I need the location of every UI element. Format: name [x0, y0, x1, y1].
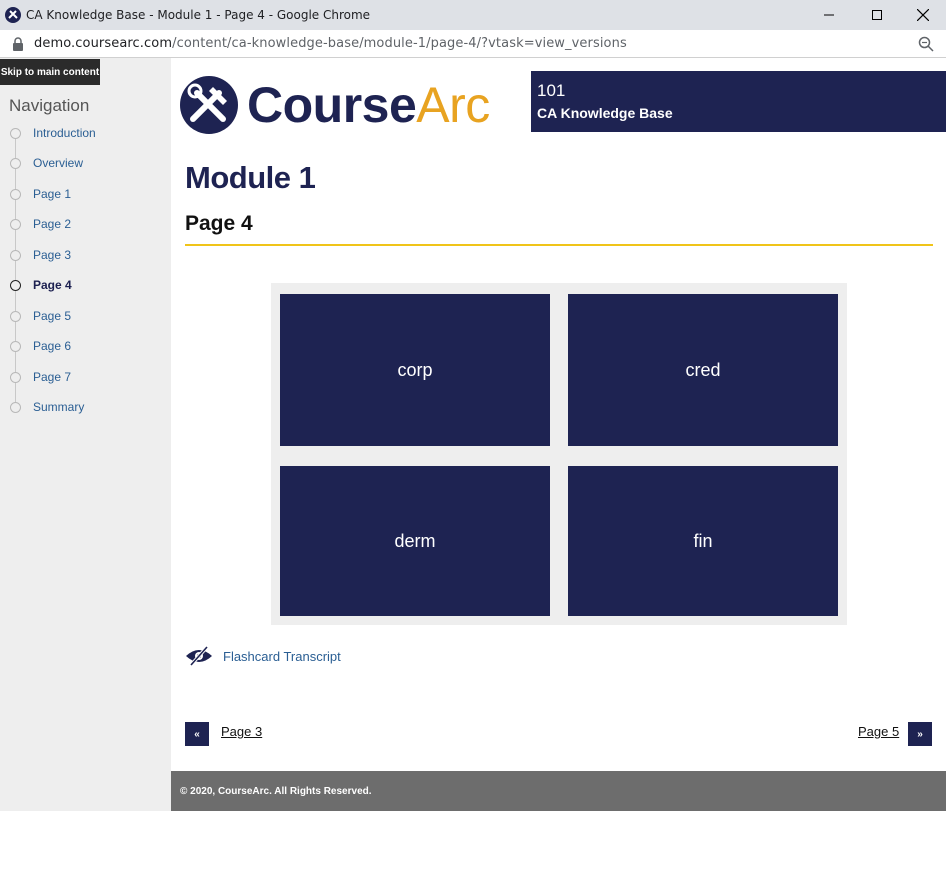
- title-divider: [185, 244, 933, 246]
- navigation-heading: Navigation: [9, 96, 90, 115]
- nav-circle-icon: [10, 249, 21, 261]
- coursearc-logo: CourseArc: [179, 75, 519, 135]
- sidebar-item-label: Page 6: [33, 339, 72, 353]
- sidebar-item[interactable]: Overview: [0, 153, 171, 173]
- sidebar-item[interactable]: Page 6: [0, 336, 171, 356]
- sidebar-item[interactable]: Summary: [0, 397, 171, 417]
- logo-word-arc: Arc: [416, 77, 490, 133]
- nav-circle-icon: [10, 340, 21, 352]
- previous-page-button[interactable]: «: [185, 722, 209, 746]
- url-host: demo.coursearc.com: [34, 36, 173, 51]
- nav-circle-icon: [10, 218, 21, 230]
- sidebar-item-label: Page 2: [33, 217, 72, 231]
- sidebar-item-label: Summary: [33, 400, 85, 414]
- logo-wordmark: CourseArc: [247, 76, 490, 134]
- sidebar-item-label: Page 4: [33, 278, 72, 292]
- zoom-icon[interactable]: [918, 36, 934, 52]
- sidebar-item[interactable]: Page 2: [0, 214, 171, 234]
- previous-page-link[interactable]: Page 3: [221, 724, 262, 739]
- course-number: 101: [537, 81, 566, 100]
- course-name: CA Knowledge Base: [537, 105, 673, 121]
- minimize-icon: [824, 14, 834, 16]
- coursearc-favicon-icon: [5, 7, 21, 23]
- sidebar-item-label: Introduction: [33, 126, 96, 140]
- flashcard-transcript-link[interactable]: Flashcard Transcript: [223, 649, 341, 664]
- page-title: Page 4: [185, 212, 253, 235]
- flashcard-grid: corp cred derm fin: [271, 283, 847, 625]
- sidebar-item[interactable]: Introduction: [0, 123, 171, 143]
- sidebar-item[interactable]: Page 3: [0, 245, 171, 265]
- sidebar-item-label: Page 3: [33, 248, 72, 262]
- nav-circle-icon: [10, 310, 21, 322]
- nav-circle-icon: [10, 401, 21, 413]
- url-path: /content/ca-knowledge-base/module-1/page…: [172, 36, 627, 51]
- eye-slash-icon: [186, 646, 212, 666]
- flashcard[interactable]: derm: [280, 466, 550, 616]
- sidebar: Skip to main content Navigation Introduc…: [0, 58, 171, 811]
- sidebar-item-label: Page 7: [33, 370, 72, 384]
- nav-circle-icon: [10, 279, 21, 291]
- sidebar-item[interactable]: Page 1: [0, 184, 171, 204]
- browser-tab-title: CA Knowledge Base - Module 1 - Page 4 - …: [26, 8, 371, 22]
- footer: © 2020, CourseArc. All Rights Reserved.: [171, 771, 946, 811]
- lock-icon: [13, 36, 23, 51]
- next-page-link[interactable]: Page 5: [858, 724, 899, 739]
- flashcard[interactable]: corp: [280, 294, 550, 446]
- url-text[interactable]: demo.coursearc.com/content/ca-knowledge-…: [34, 36, 627, 51]
- sidebar-item[interactable]: Page 7: [0, 367, 171, 387]
- flashcard[interactable]: fin: [568, 466, 838, 616]
- copyright-text: © 2020, CourseArc. All Rights Reserved.: [180, 785, 372, 797]
- flashcard-label: corp: [397, 359, 433, 380]
- nav-circle-icon: [10, 371, 21, 383]
- next-page-button[interactable]: »: [908, 722, 932, 746]
- skip-to-main-link[interactable]: Skip to main content: [0, 59, 100, 85]
- close-icon: [917, 9, 929, 21]
- nav-circle-icon: [10, 127, 21, 139]
- flashcard[interactable]: cred: [568, 294, 838, 446]
- sidebar-item[interactable]: Page 4: [0, 275, 171, 295]
- sidebar-item-label: Page 5: [33, 309, 72, 323]
- sidebar-item-label: Overview: [33, 156, 84, 170]
- close-window-button[interactable]: [900, 0, 946, 30]
- flashcard-transcript-toggle[interactable]: Flashcard Transcript: [185, 645, 341, 667]
- sidebar-item[interactable]: Page 5: [0, 306, 171, 326]
- flashcard-label: derm: [394, 530, 436, 551]
- course-header-box: 101 CA Knowledge Base: [531, 71, 946, 132]
- maximize-button[interactable]: [854, 0, 900, 30]
- coursearc-logo-icon: [180, 76, 238, 134]
- minimize-button[interactable]: [806, 0, 852, 30]
- nav-circle-icon: [10, 157, 21, 169]
- sidebar-item-label: Page 1: [33, 187, 72, 201]
- address-bar[interactable]: demo.coursearc.com/content/ca-knowledge-…: [0, 30, 946, 58]
- nav-circle-icon: [10, 188, 21, 200]
- logo-word-course: Course: [247, 77, 417, 133]
- browser-title-bar: CA Knowledge Base - Module 1 - Page 4 - …: [0, 0, 946, 30]
- flashcard-label: cred: [685, 359, 721, 380]
- module-title: Module 1: [185, 160, 316, 195]
- maximize-icon: [872, 10, 882, 20]
- flashcard-label: fin: [693, 530, 713, 551]
